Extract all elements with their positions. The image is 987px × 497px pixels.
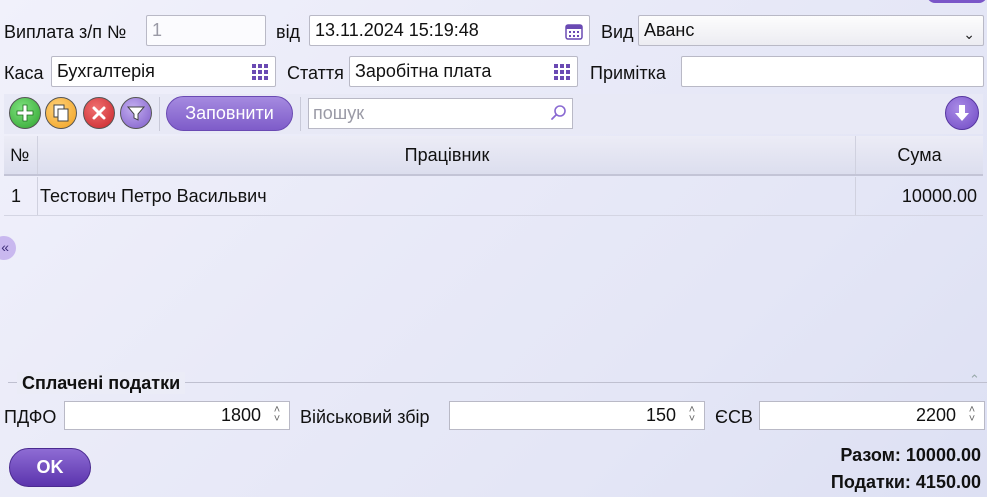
military-value: 150: [645, 405, 676, 425]
table-row[interactable]: 1 Тестович Петро Васильвич 10000.00: [4, 177, 983, 216]
copy-icon: [53, 104, 69, 122]
add-icon: [16, 104, 34, 122]
download-icon: [955, 105, 969, 121]
column-header-employee[interactable]: Працівник: [38, 136, 856, 174]
cash-field[interactable]: Бухгалтерія: [51, 56, 276, 87]
grid-picker-icon[interactable]: [251, 63, 269, 81]
delete-icon: [92, 106, 106, 120]
note-label: Примітка: [590, 63, 666, 83]
chevron-down-icon: ⌄: [963, 26, 975, 42]
toolbar: Заповнити пошук: [4, 94, 983, 134]
type-value: Аванс: [644, 20, 695, 40]
download-button[interactable]: [945, 96, 979, 130]
number-field[interactable]: 1: [146, 15, 266, 46]
column-divider: [855, 177, 856, 215]
article-label: Стаття: [287, 63, 344, 83]
collapse-icon[interactable]: «: [0, 236, 16, 260]
add-button[interactable]: [9, 97, 41, 129]
article-field[interactable]: Заробітна плата: [349, 56, 578, 87]
type-select[interactable]: Аванс ⌄: [638, 15, 984, 46]
fill-button[interactable]: Заповнити: [166, 96, 293, 131]
type-label: Вид: [601, 22, 634, 42]
cash-label: Каса: [4, 63, 44, 83]
payroll-payment-form: { "header": { "number_label": "Виплата з…: [0, 0, 987, 497]
taxes-title: Сплачені податки: [17, 372, 186, 394]
search-input[interactable]: пошук: [308, 98, 573, 129]
search-placeholder: пошук: [313, 103, 365, 123]
cash-value: Бухгалтерія: [57, 61, 155, 81]
military-input[interactable]: 150 ˄ ˅: [449, 401, 705, 430]
grid-picker-icon[interactable]: [553, 63, 571, 81]
date-value: 13.11.2024 15:19:48: [315, 20, 479, 40]
table-header: № Працівник Сума: [4, 136, 983, 176]
pdfo-input[interactable]: 1800 ˄ ˅: [64, 401, 290, 430]
esv-label: ЄСВ: [715, 407, 753, 427]
window-corner-tab: [927, 0, 987, 3]
military-label: Військовий збір: [300, 407, 430, 427]
column-header-number[interactable]: №: [10, 136, 29, 174]
ok-button[interactable]: OK: [9, 448, 91, 487]
date-label: від: [276, 22, 301, 42]
toolbar-separator: [300, 97, 301, 131]
delete-button[interactable]: [83, 97, 115, 129]
total-amount: Разом: 10000.00: [840, 445, 981, 465]
filter-icon: [126, 106, 146, 121]
article-value: Заробітна плата: [355, 61, 492, 81]
copy-button[interactable]: [45, 97, 77, 129]
taxes-total: Податки: 4150.00: [830, 472, 981, 492]
esv-input[interactable]: 2200 ˄ ˅: [759, 401, 985, 430]
toolbar-separator: [159, 97, 160, 131]
esv-value: 2200: [915, 405, 956, 425]
pdfo-label: ПДФО: [4, 407, 57, 427]
spinner-icon[interactable]: ˄ ˅: [684, 405, 700, 426]
filter-button[interactable]: [120, 97, 152, 129]
row-employee: Тестович Петро Васильвич: [40, 186, 267, 206]
row-number: 1: [11, 186, 22, 206]
column-divider: [37, 177, 38, 215]
date-field[interactable]: 13.11.2024 15:19:48: [309, 15, 590, 46]
spinner-icon[interactable]: ˄ ˅: [964, 405, 980, 426]
collapse-section-icon[interactable]: ⌃: [969, 372, 980, 388]
search-icon[interactable]: [550, 104, 568, 122]
pdfo-value: 1800: [220, 405, 261, 425]
column-header-amount[interactable]: Сума: [856, 136, 983, 174]
calendar-icon[interactable]: [565, 22, 583, 40]
spinner-icon[interactable]: ˄ ˅: [269, 405, 285, 426]
note-field[interactable]: [681, 56, 984, 87]
number-label: Виплата з/п №: [4, 22, 127, 42]
row-amount: 10000.00: [901, 186, 977, 206]
